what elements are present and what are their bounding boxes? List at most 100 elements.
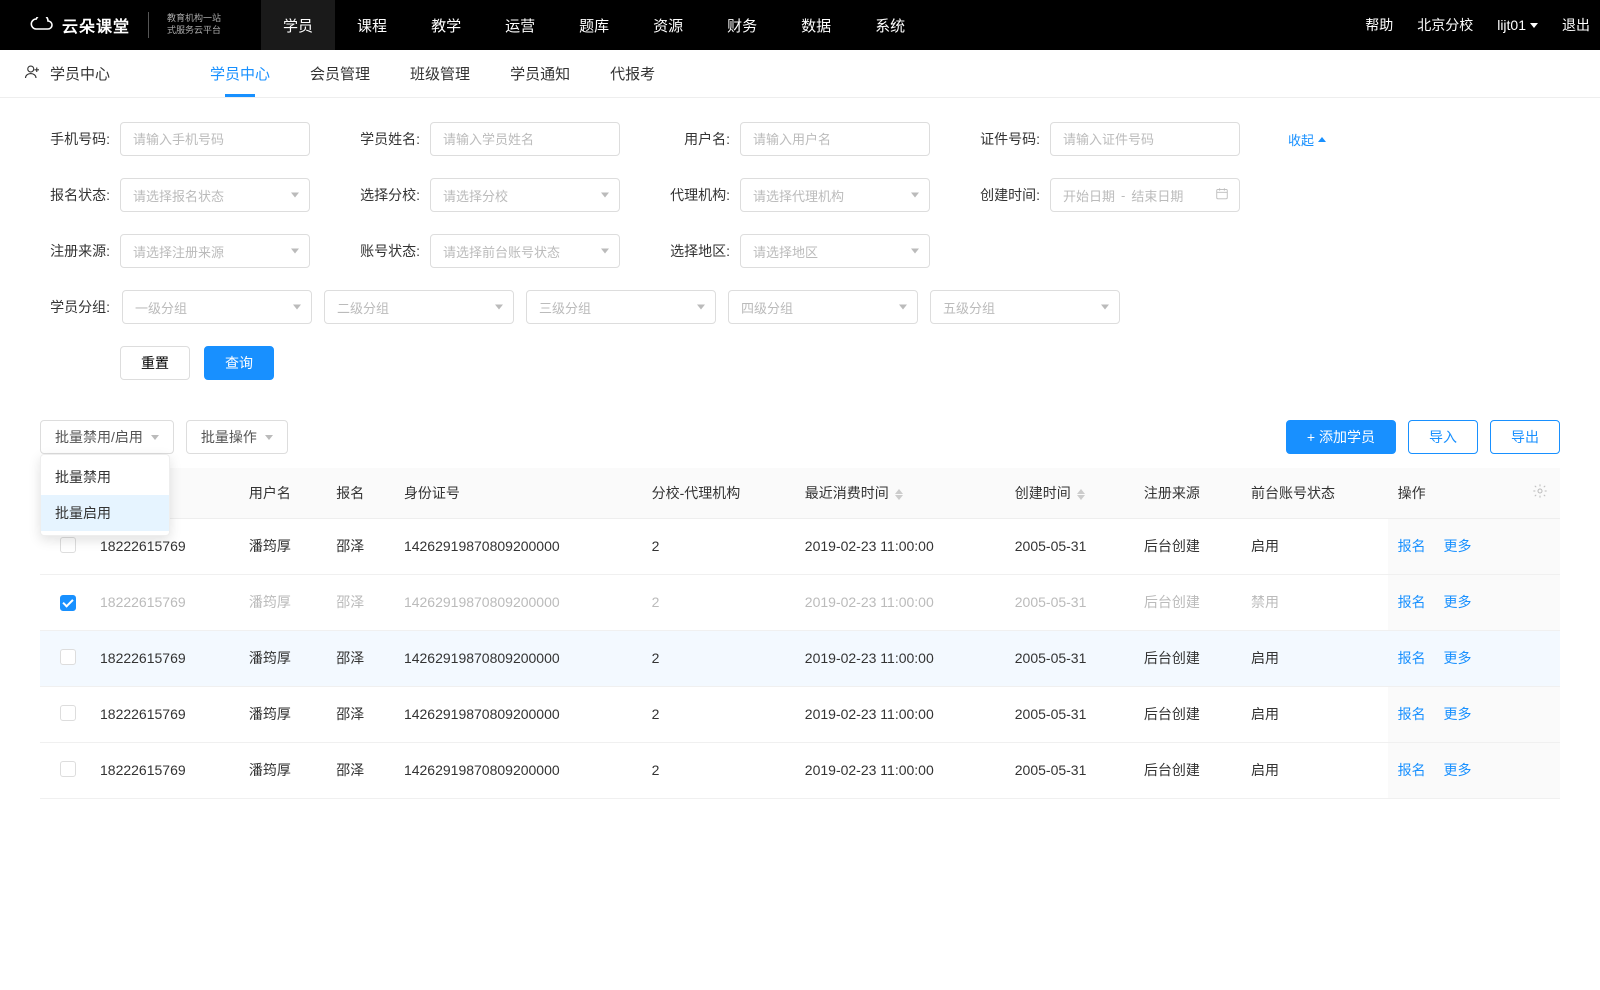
filter-input[interactable] (430, 122, 620, 156)
logo-subtitle: 教育机构一站 式服务云平台 (167, 13, 221, 36)
import-button[interactable]: 导入 (1408, 420, 1478, 454)
filter-label: 注册来源: (40, 241, 110, 261)
topnav-item[interactable]: 系统 (853, 0, 927, 50)
subnav-item[interactable]: 代报考 (610, 50, 655, 97)
more-link[interactable]: 更多 (1443, 594, 1471, 610)
collapse-link[interactable]: 收起 (1288, 122, 1326, 156)
group-select[interactable]: 一级分组 (122, 290, 312, 324)
signup-link[interactable]: 报名 (1398, 650, 1426, 666)
row-checkbox[interactable] (60, 761, 76, 777)
filter-label: 选择分校: (350, 185, 420, 205)
filter-select[interactable]: 请选择报名状态 (120, 178, 310, 212)
cell-branch: 2 (642, 742, 795, 798)
filter-form: 手机号码:学员姓名:用户名:证件号码:收起 报名状态:请选择报名状态选择分校:请… (0, 98, 1600, 390)
chevron-down-icon (151, 435, 159, 440)
more-link[interactable]: 更多 (1443, 650, 1471, 666)
chevron-down-icon (293, 305, 301, 310)
bulk-ops-dropdown[interactable]: 批量操作 (186, 420, 288, 454)
logo-divider (148, 12, 149, 38)
bulk-toggle-dropdown[interactable]: 批量禁用/启用 (40, 420, 174, 454)
table-settings[interactable] (1520, 468, 1560, 518)
table-row: 18222615769 潘筠厚 邵泽 14262919870809200000 … (40, 574, 1560, 630)
cell-phone: 18222615769 (90, 742, 239, 798)
filter-item: 学员姓名: (350, 122, 620, 156)
signup-link[interactable]: 报名 (1398, 594, 1426, 610)
signup-link[interactable]: 报名 (1398, 706, 1426, 722)
topnav-item[interactable]: 学员 (261, 0, 335, 50)
logo-title: 云朵课堂 (62, 13, 130, 37)
signup-link[interactable]: 报名 (1398, 538, 1426, 554)
group-select[interactable]: 四级分组 (728, 290, 918, 324)
branch-link[interactable]: 北京分校 (1417, 15, 1473, 35)
filter-select[interactable]: 请选择地区 (740, 234, 930, 268)
topnav-item[interactable]: 数据 (779, 0, 853, 50)
group-select[interactable]: 二级分组 (324, 290, 514, 324)
filter-item: 证件号码: (970, 122, 1240, 156)
dropdown-menu-item[interactable]: 批量禁用 (41, 459, 169, 495)
topnav-item[interactable]: 课程 (335, 0, 409, 50)
filter-label: 证件号码: (970, 129, 1040, 149)
filter-item: 创建时间: 开始日期-结束日期 (970, 178, 1240, 212)
user-menu[interactable]: lijt01 (1497, 17, 1538, 33)
col-idno: 身份证号 (394, 468, 642, 518)
subnav-item[interactable]: 学员通知 (510, 50, 570, 97)
cell-idno: 14262919870809200000 (394, 686, 642, 742)
filter-input[interactable] (120, 122, 310, 156)
topnav-item[interactable]: 运营 (483, 0, 557, 50)
toolbar-right: + 添加学员 导入 导出 (1286, 420, 1560, 454)
filter-input[interactable] (740, 122, 930, 156)
topnav-item[interactable]: 资源 (631, 0, 705, 50)
topnav-item[interactable]: 题库 (557, 0, 631, 50)
filter-input[interactable] (1050, 122, 1240, 156)
username-text: lijt01 (1497, 17, 1526, 33)
row-checkbox[interactable] (60, 537, 76, 553)
query-button[interactable]: 查询 (204, 346, 274, 380)
filter-select[interactable]: 请选择前台账号状态 (430, 234, 620, 268)
topnav-item[interactable]: 教学 (409, 0, 483, 50)
signup-link[interactable]: 报名 (1398, 762, 1426, 778)
export-button[interactable]: 导出 (1490, 420, 1560, 454)
row-checkbox[interactable] (60, 649, 76, 665)
row-checkbox[interactable] (60, 595, 76, 611)
more-link[interactable]: 更多 (1443, 538, 1471, 554)
dropdown-menu-item[interactable]: 批量启用 (41, 495, 169, 531)
col-ops: 操作 (1388, 468, 1520, 518)
chevron-up-icon (1318, 137, 1326, 142)
cell-source: 后台创建 (1134, 742, 1241, 798)
top-nav: 云朵课堂 教育机构一站 式服务云平台 学员课程教学运营题库资源财务数据系统 帮助… (0, 0, 1600, 50)
subnav-item[interactable]: 班级管理 (410, 50, 470, 97)
subnav-item[interactable]: 会员管理 (310, 50, 370, 97)
col-branch: 分校-代理机构 (642, 468, 795, 518)
filter-select[interactable]: 请选择注册来源 (120, 234, 310, 268)
col-last-time-label: 最近消费时间 (805, 485, 889, 501)
cell-ops-extra (1520, 518, 1560, 574)
more-link[interactable]: 更多 (1443, 706, 1471, 722)
group-select[interactable]: 三级分组 (526, 290, 716, 324)
cell-phone: 18222615769 (90, 686, 239, 742)
filter-item: 手机号码: (40, 122, 310, 156)
col-create-time[interactable]: 创建时间 (1005, 468, 1134, 518)
table-row: 18222615769 潘筠厚 邵泽 14262919870809200000 … (40, 518, 1560, 574)
sub-nav: 学员中心 学员中心会员管理班级管理学员通知代报考 (0, 50, 1600, 98)
help-link[interactable]: 帮助 (1365, 15, 1393, 35)
more-link[interactable]: 更多 (1443, 762, 1471, 778)
cell-reg: 邵泽 (326, 686, 394, 742)
subnav-item[interactable]: 学员中心 (210, 50, 270, 97)
filter-row: 手机号码: 学员姓名: 用户名: 证件号码: 收起 (40, 122, 1560, 156)
topnav-item[interactable]: 财务 (705, 0, 779, 50)
filter-item: 用户名: (660, 122, 930, 156)
chevron-down-icon (601, 193, 609, 198)
reset-button[interactable]: 重置 (120, 346, 190, 380)
row-checkbox[interactable] (60, 705, 76, 721)
bulk-ops-label: 批量操作 (201, 427, 257, 447)
add-student-button[interactable]: + 添加学员 (1286, 420, 1396, 454)
col-last-time[interactable]: 最近消费时间 (795, 468, 1005, 518)
date-range-picker[interactable]: 开始日期-结束日期 (1050, 178, 1240, 212)
filter-label: 创建时间: (970, 185, 1040, 205)
group-select[interactable]: 五级分组 (930, 290, 1120, 324)
col-username[interactable]: 用户名 (239, 468, 326, 518)
filter-select[interactable]: 请选择代理机构 (740, 178, 930, 212)
cell-create-time: 2005-05-31 (1005, 518, 1134, 574)
logout-link[interactable]: 退出 (1562, 15, 1590, 35)
filter-select[interactable]: 请选择分校 (430, 178, 620, 212)
